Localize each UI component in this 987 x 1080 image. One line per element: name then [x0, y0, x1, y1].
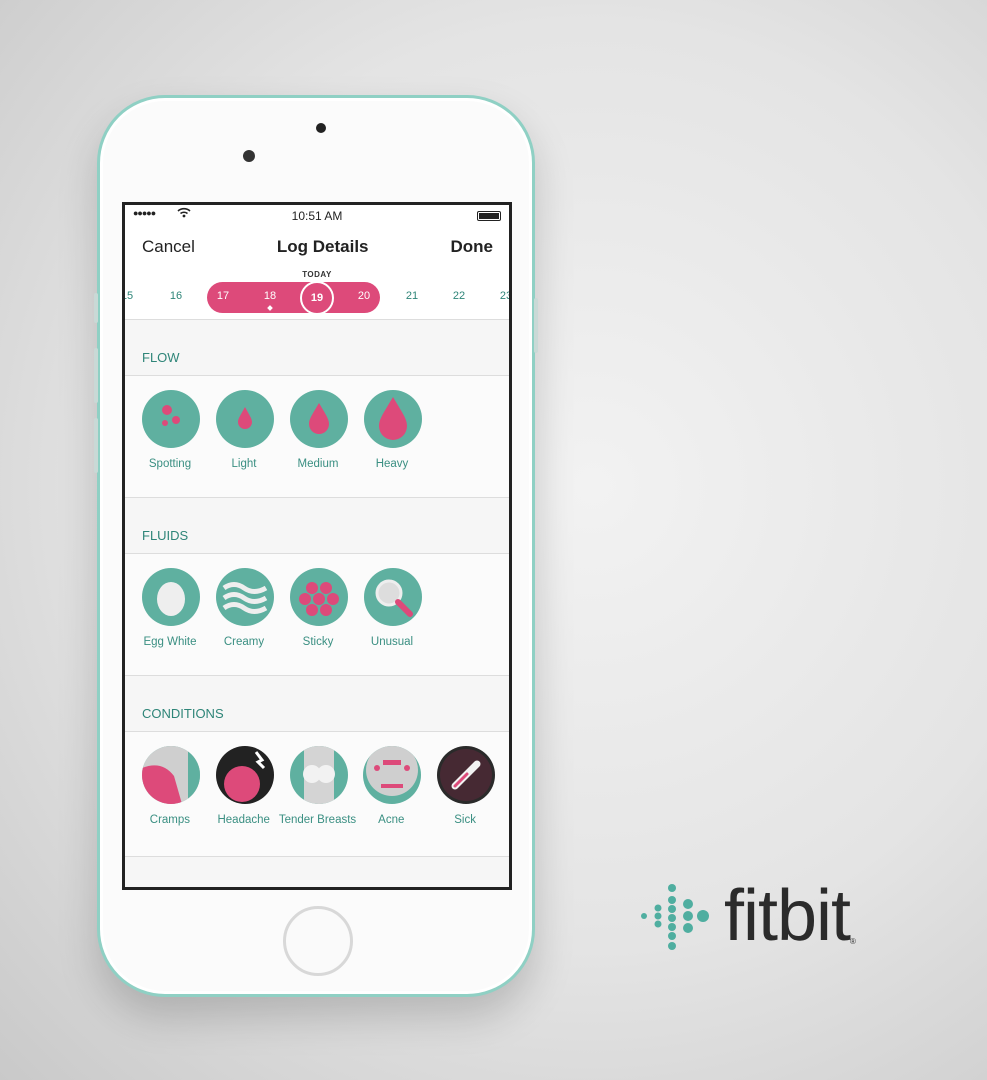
volume-up-button: [94, 348, 98, 403]
fluid-egg-white[interactable]: Egg White: [140, 568, 214, 675]
condition-sick[interactable]: Sick: [435, 746, 509, 856]
flow-spotting[interactable]: Spotting: [140, 390, 214, 497]
condition-cramps[interactable]: Cramps: [140, 746, 214, 856]
headache-icon: [215, 746, 274, 804]
cramps-icon: [142, 746, 200, 804]
date-19-selected[interactable]: 19: [300, 281, 334, 315]
egg-icon: [142, 568, 200, 626]
waves-icon: [216, 568, 274, 626]
spotting-icon: [142, 390, 200, 448]
page-title: Log Details: [276, 237, 369, 256]
status-time: 10:51 AM: [291, 209, 343, 223]
fluid-unusual[interactable]: Unusual: [362, 568, 436, 675]
condition-acne[interactable]: Acne: [361, 746, 435, 856]
front-camera: [243, 150, 255, 162]
medium-drop-icon: [290, 390, 348, 448]
fluid-sticky[interactable]: Sticky: [288, 568, 362, 675]
fluids-section-title: FLUIDS: [125, 498, 509, 554]
thermometer-icon: [437, 746, 496, 804]
signal-icon: ●●●●●: [133, 208, 156, 218]
flow-heavy[interactable]: Heavy: [362, 390, 436, 497]
acne-icon: [363, 746, 422, 804]
fluid-creamy[interactable]: Creamy: [214, 568, 288, 675]
fitbit-dots-icon: [641, 884, 709, 950]
small-drop-icon: [216, 390, 274, 448]
magnifier-icon: [364, 568, 422, 626]
date-23[interactable]: 23: [491, 290, 509, 302]
cancel-button[interactable]: Cancel: [142, 237, 195, 257]
date-20[interactable]: 20: [349, 290, 379, 302]
honeycomb-icon: [290, 568, 348, 626]
date-15[interactable]: 15: [125, 290, 142, 302]
power-button: [534, 298, 538, 353]
phone-frame: ●●●●● 10:51 AM Cancel Log Details Done T…: [94, 95, 538, 997]
volume-down-button: [94, 418, 98, 473]
condition-headache[interactable]: Headache: [214, 746, 288, 856]
speaker: [316, 123, 326, 133]
flow-light[interactable]: Light: [214, 390, 288, 497]
status-bar: ●●●●● 10:51 AM: [125, 205, 509, 227]
flow-medium[interactable]: Medium: [288, 390, 362, 497]
conditions-options: Cramps Headache Tender Breasts Acne Sick: [125, 732, 509, 857]
battery-icon: [477, 211, 501, 221]
date-22[interactable]: 22: [444, 290, 474, 302]
large-drop-icon: [364, 390, 422, 448]
conditions-section-title: CONDITIONS: [125, 676, 509, 732]
date-16[interactable]: 16: [161, 290, 191, 302]
nav-bar: Cancel Log Details Done: [125, 227, 509, 267]
date-picker[interactable]: TODAY 15 16 17 18 19 20 21 22 23: [125, 267, 509, 320]
date-18[interactable]: 18: [255, 290, 285, 302]
flow-options: Spotting Light Medium Heavy: [125, 376, 509, 498]
date-21[interactable]: 21: [397, 290, 427, 302]
screen: ●●●●● 10:51 AM Cancel Log Details Done T…: [122, 202, 512, 890]
wifi-icon: [177, 207, 191, 221]
fitbit-logo: fitbit ®: [638, 880, 856, 952]
mute-switch: [94, 293, 98, 323]
brand-name: fitbit: [724, 876, 851, 956]
today-label: TODAY: [302, 270, 332, 279]
registered-mark: ®: [850, 937, 856, 946]
tender-breasts-icon: [289, 746, 348, 804]
flow-section-title: FLOW: [125, 320, 509, 376]
date-17[interactable]: 17: [208, 290, 238, 302]
done-button[interactable]: Done: [450, 237, 493, 257]
condition-tender-breasts[interactable]: Tender Breasts: [279, 746, 362, 856]
home-button[interactable]: [283, 906, 353, 976]
fluids-options: Egg White Creamy Sticky Unusual: [125, 554, 509, 676]
